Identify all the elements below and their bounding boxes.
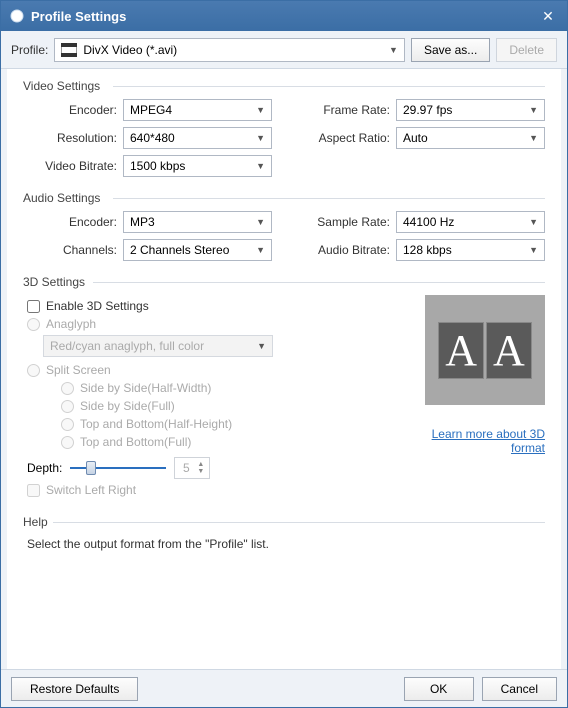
- audio-group-title: Audio Settings: [23, 191, 545, 205]
- chevron-down-icon: ▼: [256, 161, 265, 171]
- footer: Restore Defaults OK Cancel: [1, 669, 567, 707]
- title: Profile Settings: [31, 9, 537, 24]
- chevron-down-icon: ▼: [529, 217, 538, 227]
- slider-thumb[interactable]: [86, 461, 96, 475]
- spinner-up-icon: ▲: [197, 461, 209, 468]
- profile-value: DivX Video (*.avi): [83, 43, 389, 57]
- switch-lr-checkbox: Switch Left Right: [27, 483, 409, 497]
- encoder-label: Encoder:: [23, 103, 123, 117]
- delete-button: Delete: [496, 38, 557, 62]
- samplerate-label: Sample Rate:: [296, 215, 396, 229]
- audio-settings-group: Audio Settings Encoder: MP3▼ Sample Rate…: [23, 191, 545, 261]
- content: Video Settings Encoder: MPEG4▼ Frame Rat…: [1, 69, 567, 669]
- app-icon: [9, 8, 25, 24]
- audio-bitrate-dropdown[interactable]: 128 kbps▼: [396, 239, 545, 261]
- profile-label: Profile:: [11, 43, 48, 57]
- spinner-down-icon: ▼: [197, 468, 209, 475]
- preview-b: A: [486, 322, 532, 379]
- resolution-dropdown[interactable]: 640*480▼: [123, 127, 272, 149]
- audio-encoder-label: Encoder:: [23, 215, 123, 229]
- split-screen-radio: Split Screen: [27, 363, 409, 377]
- cancel-button[interactable]: Cancel: [482, 677, 557, 701]
- video-encoder-dropdown[interactable]: MPEG4▼: [123, 99, 272, 121]
- enable-3d-checkbox[interactable]: Enable 3D Settings: [27, 299, 409, 313]
- video-settings-group: Video Settings Encoder: MPEG4▼ Frame Rat…: [23, 79, 545, 177]
- chevron-down-icon: ▼: [256, 217, 265, 227]
- tb-half-radio: Top and Bottom(Half-Height): [61, 417, 409, 431]
- 3d-group-title: 3D Settings: [23, 275, 545, 289]
- anaglyph-radio: Anaglyph: [27, 317, 409, 331]
- toolbar: Profile: DivX Video (*.avi) ▼ Save as...…: [1, 31, 567, 69]
- video-group-title: Video Settings: [23, 79, 545, 93]
- settings-dialog: Profile Settings ✕ Profile: DivX Video (…: [0, 0, 568, 708]
- close-icon[interactable]: ✕: [537, 8, 559, 25]
- video-bitrate-dropdown[interactable]: 1500 kbps▼: [123, 155, 272, 177]
- tb-full-radio: Top and Bottom(Full): [61, 435, 409, 449]
- framerate-label: Frame Rate:: [296, 103, 396, 117]
- video-bitrate-label: Video Bitrate:: [23, 159, 123, 173]
- resolution-label: Resolution:: [23, 131, 123, 145]
- profile-dropdown[interactable]: DivX Video (*.avi) ▼: [54, 38, 405, 62]
- sbs-half-radio: Side by Side(Half-Width): [61, 381, 409, 395]
- channels-dropdown[interactable]: 2 Channels Stereo▼: [123, 239, 272, 261]
- audio-bitrate-label: Audio Bitrate:: [296, 243, 396, 257]
- chevron-down-icon: ▼: [529, 245, 538, 255]
- chevron-down-icon: ▼: [257, 341, 266, 351]
- divx-icon: [61, 43, 77, 57]
- ok-button[interactable]: OK: [404, 677, 474, 701]
- audio-encoder-dropdown[interactable]: MP3▼: [123, 211, 272, 233]
- anaglyph-mode-dropdown: Red/cyan anaglyph, full color▼: [43, 335, 273, 357]
- chevron-down-icon: ▼: [256, 133, 265, 143]
- samplerate-dropdown[interactable]: 44100 Hz▼: [396, 211, 545, 233]
- help-group-title: Help: [23, 515, 545, 529]
- aspect-label: Aspect Ratio:: [296, 131, 396, 145]
- learn-more-link[interactable]: Learn more about 3D format: [425, 427, 545, 455]
- framerate-dropdown[interactable]: 29.97 fps▼: [396, 99, 545, 121]
- depth-slider[interactable]: [70, 467, 166, 469]
- depth-label: Depth:: [27, 461, 62, 475]
- 3d-preview: AA: [425, 295, 545, 405]
- chevron-down-icon: ▼: [256, 105, 265, 115]
- chevron-down-icon: ▼: [256, 245, 265, 255]
- restore-defaults-button[interactable]: Restore Defaults: [11, 677, 138, 701]
- preview-a: A: [438, 322, 484, 379]
- chevron-down-icon: ▼: [529, 133, 538, 143]
- 3d-settings-group: 3D Settings Enable 3D Settings Anaglyph …: [23, 275, 545, 501]
- aspect-dropdown[interactable]: Auto▼: [396, 127, 545, 149]
- help-group: Help Select the output format from the "…: [23, 515, 545, 551]
- sbs-full-radio: Side by Side(Full): [61, 399, 409, 413]
- channels-label: Channels:: [23, 243, 123, 257]
- titlebar: Profile Settings ✕: [1, 1, 567, 31]
- chevron-down-icon: ▼: [389, 45, 398, 55]
- depth-spinner: 5 ▲▼: [174, 457, 210, 479]
- chevron-down-icon: ▼: [529, 105, 538, 115]
- help-text: Select the output format from the "Profi…: [27, 537, 545, 551]
- save-as-button[interactable]: Save as...: [411, 38, 490, 62]
